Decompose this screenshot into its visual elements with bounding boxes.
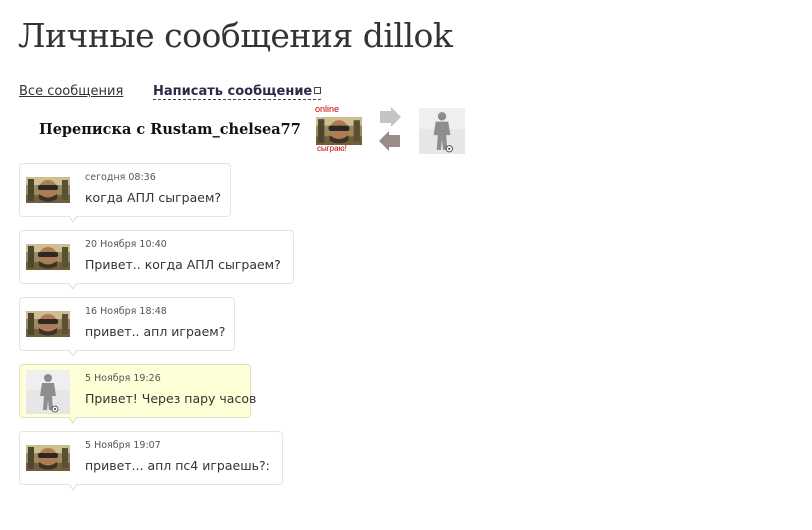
message-text: привет... апл пс4 играешь?: (85, 458, 270, 473)
partner-status-caption: сыграю! (317, 144, 347, 153)
self-avatar[interactable] (419, 108, 465, 154)
bubble-tail-fill (69, 349, 77, 355)
message-text: когда АПЛ сыграем? (85, 190, 222, 205)
partner-profile[interactable]: online сыграю! (315, 104, 363, 154)
message-text: Привет! Через пару часов (85, 391, 257, 406)
self-avatar[interactable] (26, 370, 70, 414)
message-item: 20 Ноября 10:40 Привет.. когда АПЛ сыгра… (19, 230, 294, 290)
message-text: привет.. апл играем? (85, 324, 226, 339)
bubble-tail-fill (69, 282, 77, 288)
bubble-tail-fill (69, 416, 77, 422)
partner-avatar[interactable] (316, 117, 362, 145)
message-item: сегодня 08:36 когда АПЛ сыграем? (19, 163, 231, 223)
write-message-label: Написать сообщение (153, 84, 313, 99)
all-messages-link[interactable]: Все сообщения (19, 84, 123, 99)
external-link-icon (314, 87, 322, 94)
partner-avatar[interactable] (26, 445, 70, 471)
write-message-link[interactable]: Написать сообщение (153, 84, 322, 100)
message-timestamp: 20 Ноября 10:40 (85, 239, 167, 250)
message-timestamp: сегодня 08:36 (85, 172, 156, 183)
page-title: Личные сообщения dillok (18, 16, 453, 55)
swap-arrows-icon[interactable] (378, 107, 402, 153)
conversation-title: Переписка с Rustam_chelsea77 (39, 121, 301, 138)
message-item: 5 Ноября 19:07 привет... апл пс4 играешь… (19, 431, 283, 491)
partner-avatar[interactable] (26, 177, 70, 203)
message-timestamp: 5 Ноября 19:26 (85, 373, 161, 384)
bubble-tail-fill (69, 215, 77, 221)
bubble-tail-fill (69, 483, 77, 489)
message-item-own: 5 Ноября 19:26 Привет! Через пару часов (19, 364, 256, 424)
message-timestamp: 5 Ноября 19:07 (85, 440, 161, 451)
partner-avatar[interactable] (26, 311, 70, 337)
message-item: 16 Ноября 18:48 привет.. апл играем? (19, 297, 235, 357)
message-timestamp: 16 Ноября 18:48 (85, 306, 167, 317)
partner-avatar[interactable] (26, 244, 70, 270)
message-text: Привет.. когда АПЛ сыграем? (85, 257, 281, 272)
online-status-badge: online (315, 104, 340, 114)
